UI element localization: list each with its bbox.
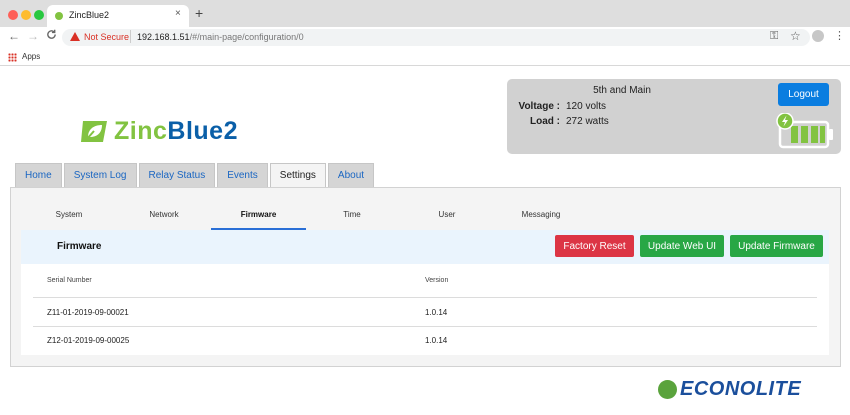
econolite-logo: ECONOLITE	[658, 378, 801, 400]
url-path: /#/main-page/configuration/0	[189, 32, 304, 42]
voltage-row: Voltage : 120 volts	[515, 101, 607, 112]
row-divider	[33, 297, 817, 298]
tab-events[interactable]: Events	[217, 163, 268, 187]
subtab-firmware[interactable]: Firmware	[211, 210, 306, 219]
tab-home[interactable]: Home	[15, 163, 62, 187]
subtab-time[interactable]: Time	[322, 210, 382, 219]
new-tab-button[interactable]: +	[195, 5, 203, 21]
econolite-mark-icon	[658, 379, 677, 399]
leaf-plug-icon	[81, 120, 107, 142]
logo-text-zinc: Zinc	[114, 116, 168, 145]
voltage-value: 120 volts	[566, 101, 607, 112]
favicon-icon	[55, 12, 63, 20]
profile-avatar-icon[interactable]	[812, 30, 824, 42]
apps-grid-icon[interactable]	[8, 53, 17, 62]
warning-icon	[70, 32, 80, 41]
load-value: 272 watts	[566, 116, 609, 127]
window-close-button[interactable]	[8, 10, 18, 20]
browser-tab[interactable]: ZincBlue2 ×	[47, 5, 189, 27]
firmware-card: Firmware Factory Reset Update Web UI Upd…	[21, 230, 829, 355]
factory-reset-button[interactable]: Factory Reset	[555, 235, 634, 257]
logo-text-blue: Blue2	[167, 116, 238, 145]
tab-system-log[interactable]: System Log	[63, 163, 137, 187]
back-arrow-icon[interactable]: ←	[8, 29, 20, 43]
settings-panel: System Network Firmware Time User Messag…	[10, 187, 841, 367]
forward-arrow-icon[interactable]: →	[27, 29, 39, 43]
firmware-header: Firmware Factory Reset Update Web UI Upd…	[21, 230, 829, 264]
firmware-title: Firmware	[57, 241, 102, 252]
browser-tab-title: ZincBlue2	[69, 10, 110, 20]
row-divider	[33, 326, 817, 327]
browser-tab-strip: ZincBlue2 × +	[0, 0, 850, 27]
logo-text: ZincBlue2	[114, 117, 238, 146]
version-cell: 1.0.14	[425, 336, 448, 345]
column-header-serial: Serial Number	[47, 277, 92, 284]
window-zoom-button[interactable]	[34, 10, 44, 20]
subtab-messaging[interactable]: Messaging	[506, 210, 576, 219]
update-firmware-button[interactable]: Update Firmware	[730, 235, 823, 257]
bookmarks-bar: Apps	[0, 48, 850, 66]
serial-number-cell: Z12-01-2019-09-00025	[47, 336, 130, 345]
url-text[interactable]: 192.168.1.51/#/main-page/configuration/0	[137, 32, 304, 42]
subtab-user[interactable]: User	[417, 210, 477, 219]
load-row: Load : 272 watts	[515, 116, 609, 127]
column-header-version: Version	[425, 277, 449, 284]
site-name: 5th and Main	[593, 85, 651, 96]
browser-toolbar: ← → Not Secure 192.168.1.51/#/main-page/…	[0, 27, 850, 48]
battery-charging-icon	[776, 113, 833, 149]
subtab-system[interactable]: System	[39, 210, 99, 219]
version-cell: 1.0.14	[425, 308, 448, 317]
status-panel: 5th and Main Voltage : 120 volts Load : 27…	[507, 79, 841, 154]
tab-settings[interactable]: Settings	[269, 163, 326, 187]
logout-button[interactable]: Logout	[778, 83, 829, 106]
econolite-wordmark: ECONOLITE	[680, 377, 802, 400]
security-status[interactable]: Not Secure	[84, 32, 129, 42]
apps-bookmark[interactable]: Apps	[22, 52, 40, 61]
window-minimize-button[interactable]	[21, 10, 31, 20]
bookmark-star-icon[interactable]: ☆	[790, 29, 801, 43]
url-host: 192.168.1.51	[137, 32, 190, 42]
load-label: Load :	[530, 116, 560, 127]
zincblue-logo: ZincBlue2	[80, 116, 238, 146]
tab-close-icon[interactable]: ×	[175, 8, 181, 19]
subtab-network[interactable]: Network	[134, 210, 194, 219]
reload-icon[interactable]	[46, 29, 57, 43]
main-nav-tabs: Home System Log Relay Status Events Sett…	[15, 163, 376, 187]
update-web-ui-button[interactable]: Update Web UI	[640, 235, 724, 257]
browser-menu-icon[interactable]: ⋮	[834, 29, 845, 42]
tab-about[interactable]: About	[327, 163, 375, 187]
url-divider	[130, 30, 131, 43]
address-bar[interactable]: Not Secure 192.168.1.51/#/main-page/conf…	[62, 29, 810, 46]
key-icon[interactable]: ⚿	[770, 30, 778, 43]
voltage-label: Voltage :	[518, 101, 560, 112]
tab-relay-status[interactable]: Relay Status	[138, 163, 216, 187]
serial-number-cell: Z11-01-2019-09-00021	[47, 308, 129, 317]
